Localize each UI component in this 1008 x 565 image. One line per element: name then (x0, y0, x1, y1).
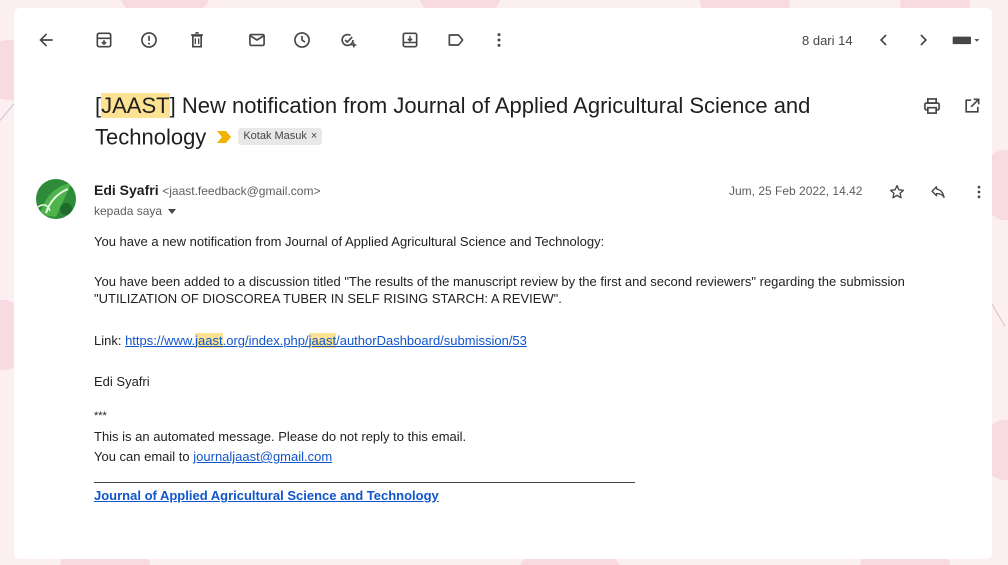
label-chip-inbox[interactable]: Kotak Masuk × (238, 128, 323, 145)
sender-info: Edi Syafri <jaast.feedback@gmail.com> (94, 182, 320, 198)
link-label: Link: (94, 333, 126, 348)
link-segment: https://www. (125, 333, 196, 348)
link-segment: /authorDashboard/submission/53 (336, 333, 527, 348)
subject-tag: JAAST (101, 93, 170, 118)
move-to-icon[interactable] (398, 28, 422, 52)
subject-title-line2: Technology (95, 124, 207, 150)
keyboard-icon[interactable] (948, 28, 984, 52)
body-link-line: Link: https://www.jaast.org/index.php/ja… (94, 332, 974, 349)
recipient-text: kepada saya (94, 204, 163, 218)
print-icon[interactable] (922, 96, 942, 121)
sender-email: <jaast.feedback@gmail.com> (162, 184, 321, 198)
email-view: 8 dari 14 [JAAST] New notification from … (14, 8, 992, 559)
sender-name[interactable]: Edi Syafri (94, 182, 159, 198)
add-task-icon[interactable] (336, 28, 360, 52)
contact-email-link[interactable]: journaljaast@gmail.com (193, 449, 332, 464)
arrow-left-icon[interactable] (34, 28, 58, 52)
body-signature: Edi Syafri (94, 374, 150, 389)
archive-icon[interactable] (92, 28, 116, 52)
link-highlight: jaast (308, 333, 337, 348)
more-vertical-icon[interactable] (968, 181, 990, 203)
body-contact-line: You can email to journaljaast@gmail.com (94, 448, 974, 465)
recipient-toggle[interactable]: kepada saya (94, 204, 177, 218)
contact-prefix: You can email to (94, 449, 194, 464)
body-automated-notice: This is an automated message. Please do … (94, 429, 467, 444)
avatar[interactable] (36, 179, 76, 219)
pager-count: 8 dari 14 (802, 33, 853, 48)
mail-icon[interactable] (245, 28, 269, 52)
body-discussion-line2: "UTILIZATION OF DIOSCOREA TUBER IN SELF … (94, 291, 562, 306)
trash-icon[interactable] (185, 28, 209, 52)
clock-icon[interactable] (290, 28, 314, 52)
journal-footer-link[interactable]: Journal of Applied Agricultural Science … (94, 488, 439, 503)
link-highlight: jaast (195, 333, 223, 348)
chevron-left-icon[interactable] (872, 28, 896, 52)
toolbar: 8 dari 14 (14, 8, 992, 64)
link-segment: .org/index.php/ (222, 333, 309, 348)
report-spam-icon[interactable] (137, 28, 161, 52)
body-intro: You have a new notification from Journal… (94, 234, 605, 249)
chevron-right-icon[interactable] (911, 28, 935, 52)
footer-divider (94, 482, 635, 483)
label-icon[interactable] (444, 28, 468, 52)
email-subject: [JAAST] New notification from Journal of… (95, 90, 875, 156)
subject-actions (922, 96, 982, 121)
caret-down-icon[interactable] (165, 204, 177, 218)
star-icon[interactable] (886, 181, 908, 203)
subject-title-line1: New notification from Journal of Applied… (175, 93, 811, 118)
label-remove-icon[interactable]: × (311, 130, 317, 142)
more-vertical-icon[interactable] (487, 28, 511, 52)
reply-icon[interactable] (927, 181, 949, 203)
body-discussion-line1: You have been added to a discussion titl… (94, 274, 905, 289)
open-in-new-icon[interactable] (962, 96, 982, 121)
label-chip-text: Kotak Masuk (243, 130, 307, 142)
message-date: Jum, 25 Feb 2022, 14.42 (729, 184, 863, 198)
submission-link[interactable]: https://www.jaast.org/index.php/jaast/au… (125, 333, 527, 348)
importance-marker-icon[interactable] (216, 121, 232, 152)
body-separator-stars: *** (94, 410, 107, 422)
